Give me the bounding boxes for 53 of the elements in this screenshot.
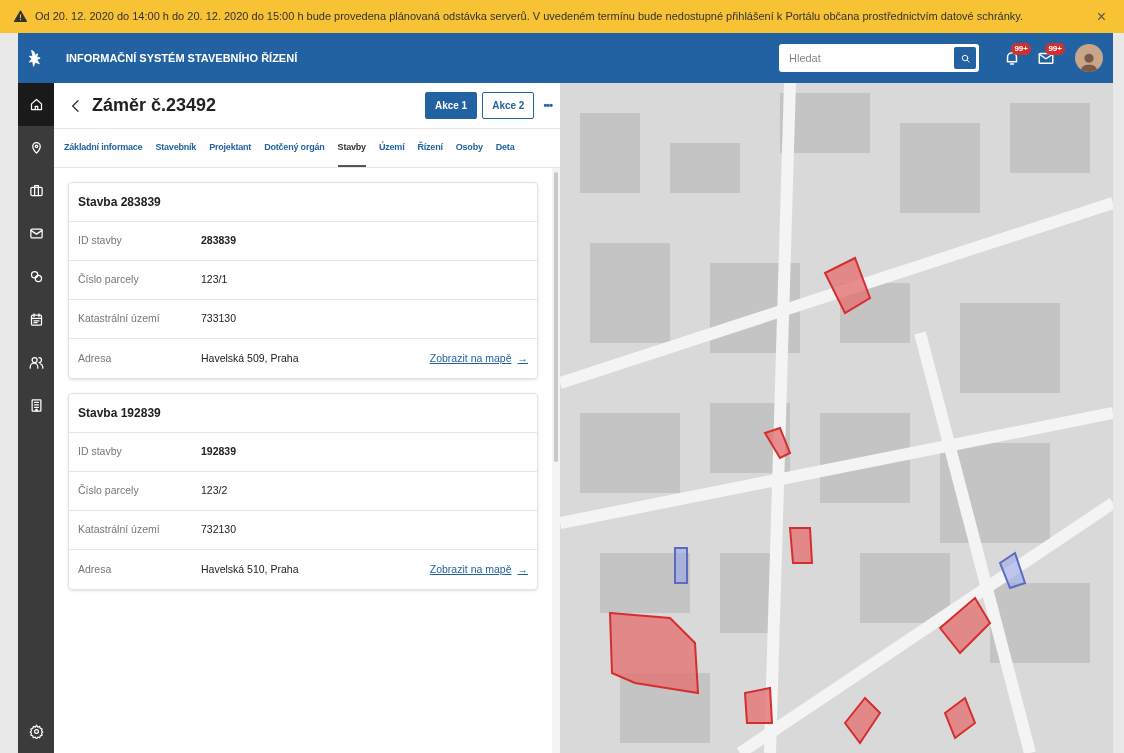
field-label: ID stavby xyxy=(78,444,123,460)
action-button[interactable]: Akce 1 xyxy=(424,92,478,119)
field-value: 123/1 xyxy=(201,272,229,288)
app-title: INFORMAČNÍ SYSTÉM STAVEBNÍHO ŘÍZENÍ xyxy=(66,50,299,66)
avatar[interactable] xyxy=(1075,44,1103,72)
field-value: 732130 xyxy=(201,522,238,538)
tab[interactable]: Řízení xyxy=(417,129,443,167)
tab[interactable]: Základní informace xyxy=(64,129,143,167)
field-label: Číslo parcely xyxy=(78,272,140,288)
mail-icon xyxy=(28,226,44,241)
tab[interactable]: Území xyxy=(378,129,405,167)
settings-icon xyxy=(28,724,44,739)
tab[interactable]: Deta xyxy=(495,129,515,167)
message-count: 99+ xyxy=(1045,43,1065,55)
map-link[interactable]: Zobrazit na mapě → xyxy=(429,350,528,367)
page-title: Záměr č.23492 xyxy=(92,94,218,117)
field-value: 283839 xyxy=(201,233,238,249)
card-title: Stavba 192839 xyxy=(69,394,537,433)
search-field[interactable]: Hledat xyxy=(779,44,979,72)
more-button[interactable]: ••• xyxy=(543,97,552,114)
close-button[interactable]: × xyxy=(1092,4,1110,29)
building-icon xyxy=(28,398,44,413)
map-link[interactable]: Zobrazit na mapě → xyxy=(429,561,528,578)
tab[interactable]: Osoby xyxy=(455,129,483,167)
field-value: 733130 xyxy=(201,311,238,327)
scrollbar-thumb[interactable] xyxy=(554,172,558,462)
field-label: ID stavby xyxy=(78,233,123,249)
calendar-icon xyxy=(28,312,44,327)
notice-text: Od 20. 12. 2020 do 14:00 h do 20. 12. 2020 do 15:00 h bude provedena plánovaná odstávka serverů. V uvedeném termínu bude nedostupné přihlášení k Portálu občana prostřednictvím datové schránky. xyxy=(35,9,1025,25)
field-label: Adresa xyxy=(78,350,113,366)
field-value: Havelská 510, Praha xyxy=(201,561,300,577)
action-button[interactable]: Akce 2 xyxy=(482,92,535,119)
field-value: Havelská 509, Praha xyxy=(201,350,300,366)
tab[interactable]: Stavebník xyxy=(155,129,197,167)
field-value: 192839 xyxy=(201,444,238,460)
field-label: Katastrální území xyxy=(78,311,161,327)
home-icon xyxy=(28,97,44,112)
search-icon xyxy=(959,52,971,64)
search-button[interactable] xyxy=(954,47,976,69)
field-label: Číslo parcely xyxy=(78,483,140,499)
field-label: Katastrální území xyxy=(78,522,161,538)
warning-icon xyxy=(14,10,27,23)
field-label: Adresa xyxy=(78,561,113,577)
sidebar-item[interactable] xyxy=(18,83,54,126)
tab[interactable]: Dotčený orgán xyxy=(264,129,325,167)
people-icon xyxy=(28,355,44,370)
field-value: 123/2 xyxy=(201,483,229,499)
card-title: Stavba 283839 xyxy=(69,183,537,222)
notification-count: 99+ xyxy=(1011,43,1031,55)
coins-icon xyxy=(28,269,44,284)
tab[interactable]: Projektant xyxy=(209,129,252,167)
tab[interactable]: Stavby xyxy=(337,129,366,167)
briefcase-icon xyxy=(28,183,44,198)
